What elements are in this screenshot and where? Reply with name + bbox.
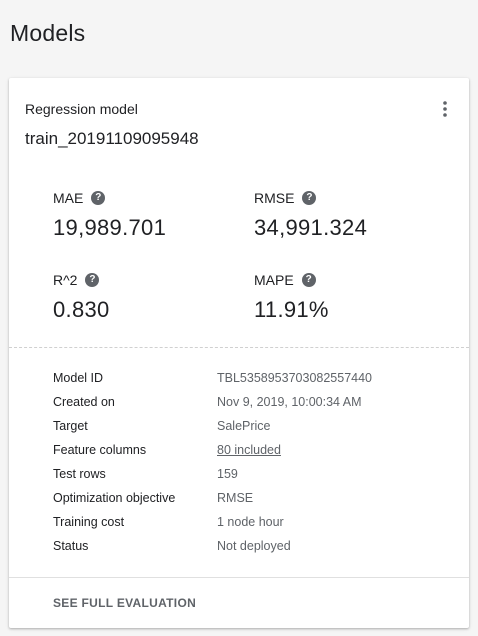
metric-label: MAPE: [254, 272, 294, 288]
detail-row-test-rows: Test rows 159: [53, 462, 372, 486]
detail-row-training-cost: Training cost 1 node hour: [53, 510, 372, 534]
metric-mae: MAE? 19,989.701: [53, 190, 166, 241]
detail-key: Training cost: [53, 515, 125, 529]
detail-value: SalePrice: [217, 419, 271, 433]
model-details: Model ID TBL5358953703082557440 Created …: [53, 366, 372, 558]
section-divider: [9, 347, 469, 348]
footer-divider: [9, 577, 469, 578]
detail-key: Feature columns: [53, 443, 147, 457]
metric-label: R^2: [53, 272, 78, 288]
metric-value: 19,989.701: [53, 215, 167, 240]
detail-value: RMSE: [217, 491, 254, 505]
metric-value: 34,991.324: [254, 215, 368, 240]
model-name: train_20191109095948: [25, 129, 199, 148]
detail-row-model-id: Model ID TBL5358953703082557440: [53, 366, 372, 390]
detail-key: Status: [53, 539, 89, 553]
detail-row-created-on: Created on Nov 9, 2019, 10:00:34 AM: [53, 390, 372, 414]
metric-label: RMSE: [254, 190, 295, 206]
help-icon[interactable]: ?: [85, 273, 100, 287]
detail-value: Not deployed: [217, 539, 291, 553]
detail-row-status: Status Not deployed: [53, 534, 372, 558]
metric-mape: MAPE? 11.91%: [254, 272, 329, 323]
feature-columns-link[interactable]: 80 included: [217, 443, 281, 457]
detail-row-target: Target SalePrice: [53, 414, 372, 438]
help-icon[interactable]: ?: [302, 191, 317, 205]
model-type-label: Regression model: [25, 101, 138, 117]
detail-value: TBL5358953703082557440: [217, 371, 373, 385]
detail-key: Test rows: [53, 467, 106, 481]
more-vert-icon[interactable]: [437, 101, 453, 117]
detail-row-feature-columns: Feature columns 80 included: [53, 438, 372, 462]
detail-key: Model ID: [53, 371, 104, 385]
detail-value: 1 node hour: [217, 515, 284, 529]
metric-value: 0.830: [53, 297, 110, 322]
detail-key: Created on: [53, 395, 115, 409]
detail-value: 159: [217, 467, 238, 481]
metric-value: 11.91%: [254, 297, 329, 322]
detail-row-optimization-objective: Optimization objective RMSE: [53, 486, 372, 510]
see-full-evaluation-button[interactable]: SEE FULL EVALUATION: [53, 596, 196, 610]
help-icon[interactable]: ?: [91, 191, 106, 205]
metric-r2: R^2? 0.830: [53, 272, 110, 323]
detail-value: Nov 9, 2019, 10:00:34 AM: [217, 395, 362, 409]
help-icon[interactable]: ?: [301, 273, 316, 287]
metric-rmse: RMSE? 34,991.324: [254, 190, 367, 241]
metric-label: MAE: [53, 190, 84, 206]
model-card: Regression model train_20191109095948 MA…: [9, 78, 469, 628]
page-title: Models: [10, 20, 86, 46]
detail-key: Optimization objective: [53, 491, 176, 505]
detail-key: Target: [53, 419, 88, 433]
